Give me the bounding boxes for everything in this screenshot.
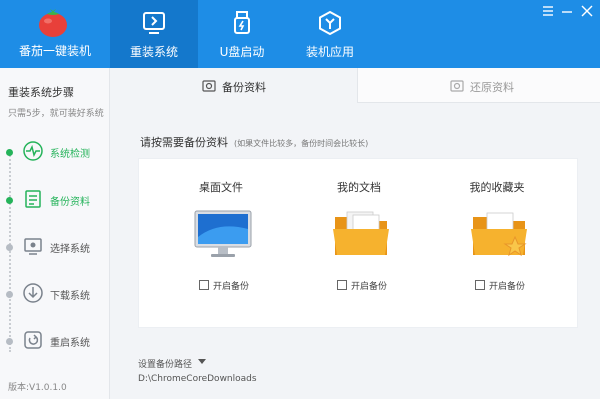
step-backup: 备份资料 — [0, 186, 110, 214]
step-label: 系统检测 — [50, 149, 90, 160]
tab-restore[interactable]: 还原资料 — [357, 68, 600, 103]
section-hint: (如果文件比较多，备份时间会比较长) — [234, 139, 369, 148]
backup-tab-icon — [202, 80, 216, 92]
backup-path-label[interactable]: 设置备份路径 — [138, 357, 192, 370]
tab-backup-label: 备份资料 — [222, 81, 266, 94]
checkbox-label: 开启备份 — [351, 282, 388, 292]
backup-icon — [25, 190, 41, 208]
top-header: 番茄一键装机 重装系统 U盘启动 装机应用 — [0, 0, 600, 68]
card-title: 我的收藏夹 — [469, 181, 525, 194]
nav-tab-usb[interactable]: U盘启动 — [198, 0, 286, 68]
card-title: 我的文档 — [337, 181, 381, 194]
desktop-monitor-icon — [194, 210, 252, 257]
step-choose-system: 选择系统 — [0, 233, 110, 261]
backup-panel: 桌面文件 开启备份 我的文档 开启备份 我的收藏夹 开启备份 — [138, 158, 578, 328]
section-title: 请按需要备份资料 (如果文件比较多，备份时间会比较长) — [140, 134, 368, 150]
brand: 番茄一键装机 — [0, 0, 110, 68]
checkbox-label: 开启备份 — [489, 282, 526, 292]
checkbox[interactable] — [475, 280, 485, 290]
step-label: 选择系统 — [50, 244, 90, 255]
step-label: 重启系统 — [50, 338, 90, 349]
sidebar-title: 重装系统步骤 — [8, 86, 74, 99]
checkbox[interactable] — [337, 280, 347, 290]
restore-tab-icon — [450, 80, 464, 92]
sidebar: 重装系统步骤 只需5步，就可装好系统 系统检测 备份资料 选择系统 下载系统 重… — [0, 68, 110, 399]
close-icon[interactable] — [580, 4, 594, 18]
backup-card-desktop: 桌面文件 开启备份 — [151, 159, 291, 329]
nav-tab-label: 重装系统 — [129, 45, 178, 59]
step-label: 下载系统 — [50, 291, 90, 302]
nav-tab-reinstall[interactable]: 重装系统 — [110, 0, 198, 68]
step-download: 下载系统 — [0, 280, 110, 308]
step-dot — [6, 149, 13, 156]
step-dot — [6, 244, 13, 251]
choose-system-icon — [24, 238, 42, 255]
step-dot — [6, 338, 13, 345]
usb-icon — [234, 11, 250, 34]
step-restart: 重启系统 — [0, 327, 110, 355]
checkbox[interactable] — [199, 280, 209, 290]
app-name: 番茄一键装机 — [18, 44, 91, 58]
detect-icon — [23, 141, 43, 161]
version-label: 版本:V1.0.1.0 — [8, 383, 67, 393]
card-title: 桌面文件 — [199, 181, 243, 194]
favorites-folder-icon — [471, 212, 527, 257]
reinstall-icon — [143, 12, 165, 34]
tomato-logo-icon — [39, 9, 67, 37]
section-title-text: 请按需要备份资料 — [140, 136, 228, 149]
nav-tab-label: 装机应用 — [305, 45, 354, 59]
minimize-icon[interactable] — [560, 4, 574, 18]
backup-card-favorites: 我的收藏夹 开启备份 — [427, 159, 567, 329]
backup-path-value: D:\ChromeCoreDownloads — [138, 374, 257, 384]
menu-icon[interactable] — [541, 4, 555, 18]
step-dot — [6, 291, 13, 298]
tab-restore-label: 还原资料 — [470, 81, 514, 94]
nav-tab-apps[interactable]: 装机应用 — [286, 0, 374, 68]
nav-tab-label: U盘启动 — [219, 45, 265, 59]
documents-folder-icon — [333, 211, 389, 255]
restart-icon — [24, 331, 42, 349]
step-detect: 系统检测 — [0, 138, 110, 166]
checkbox-label: 开启备份 — [213, 282, 250, 292]
content-tabs: 备份资料 还原资料 — [110, 68, 600, 103]
step-dot — [6, 197, 13, 204]
download-icon — [23, 283, 43, 303]
tab-backup[interactable]: 备份资料 — [110, 68, 357, 103]
backup-card-documents: 我的文档 开启备份 — [289, 159, 429, 329]
step-label: 备份资料 — [50, 197, 90, 208]
chevron-down-icon[interactable] — [198, 359, 206, 364]
sidebar-subtitle: 只需5步，就可装好系统 — [8, 109, 104, 119]
apps-icon — [319, 10, 341, 36]
